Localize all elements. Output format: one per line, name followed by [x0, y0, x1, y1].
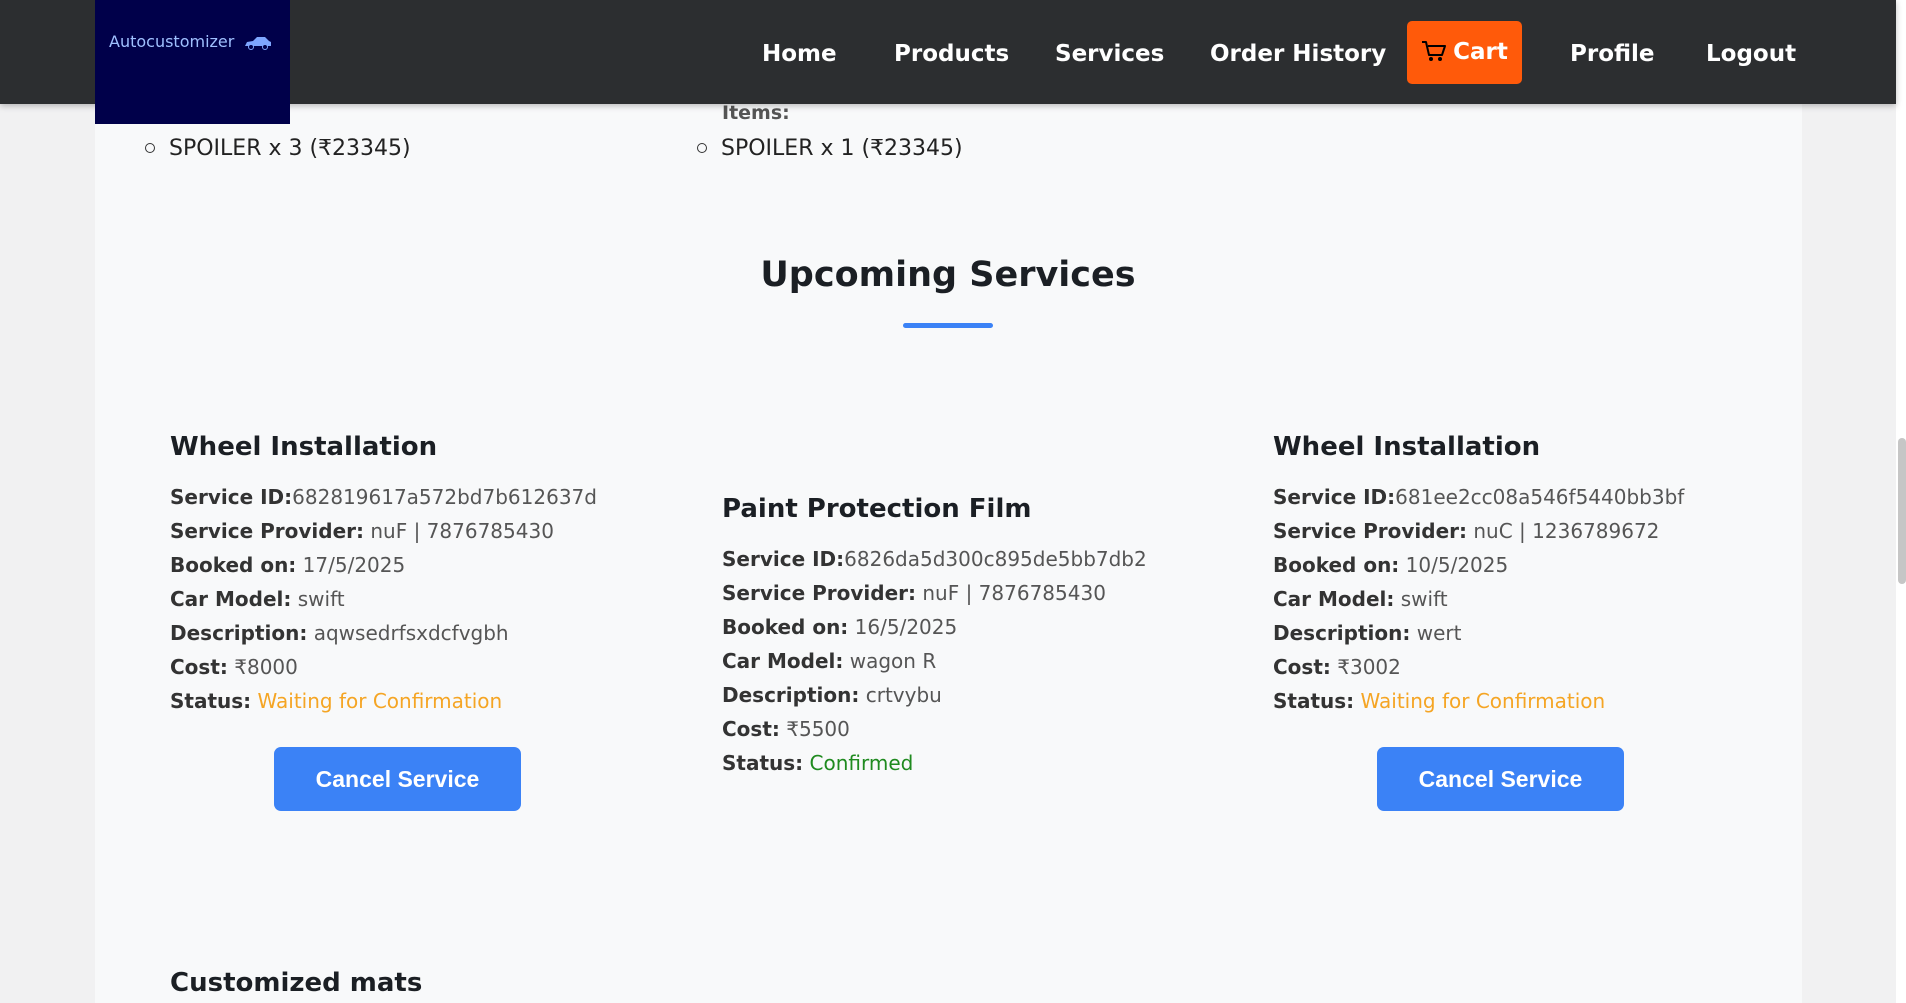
bullet-icon [145, 142, 155, 153]
nav-profile[interactable]: Profile [1570, 34, 1655, 74]
provider-value: nuF | 7876785430 [370, 519, 554, 543]
service-card: Wheel Installation Service ID:682819617a… [170, 432, 597, 718]
booked-on-row: Booked on: 10/5/2025 [1273, 548, 1673, 582]
order-item-text: SPOILER x 1 (₹23345) [721, 136, 963, 161]
cost-value: ₹5500 [786, 717, 850, 741]
order-list-item: SPOILER x 1 (₹23345) [697, 136, 963, 161]
service-card-title: Wheel Installation [170, 432, 438, 462]
nav-cart-label: Cart [1453, 39, 1508, 65]
status-badge: Waiting for Confirmation [257, 689, 503, 713]
booked-on-row: Booked on: 16/5/2025 [722, 610, 1122, 644]
nav-order-history[interactable]: Order History [1210, 34, 1386, 74]
cost-value: ₹8000 [234, 655, 298, 679]
cart-icon [1422, 40, 1447, 61]
field-label: Car Model: [722, 649, 844, 673]
field-label: Car Model: [170, 587, 292, 611]
field-label: Service Provider: [1273, 519, 1468, 543]
service-id-value: 681ee2cc08a546f5440bb3bf [1395, 485, 1685, 509]
description-row: Description: wert [1273, 616, 1673, 650]
service-card-title: Customized mats [170, 968, 423, 998]
service-id-value: 6826da5d300c895de5bb7db2 [844, 547, 1147, 571]
field-label: Description: [1273, 621, 1411, 645]
logo[interactable]: Autocustomizer [95, 0, 290, 124]
cost-row: Cost: ₹8000 [170, 650, 570, 684]
cancel-service-button[interactable]: Cancel Service [1377, 747, 1624, 811]
field-label: Cost: [722, 717, 780, 741]
service-id-row: Service ID:6826da5d300c895de5bb7db2 [722, 542, 1147, 576]
cost-row: Cost: ₹3002 [1273, 650, 1673, 684]
order-list-item: SPOILER x 3 (₹23345) [145, 136, 411, 161]
car-model-value: swift [1400, 587, 1448, 611]
status-badge: Confirmed [809, 751, 914, 775]
field-label: Status: [722, 751, 804, 775]
status-row: Status: Waiting for Confirmation [170, 684, 570, 718]
status-row: Status: Waiting for Confirmation [1273, 684, 1673, 718]
heading-underline [903, 323, 993, 328]
nav-services[interactable]: Services [1055, 34, 1164, 74]
nav-cart-button[interactable]: Cart [1407, 21, 1522, 84]
service-id-row: Service ID:681ee2cc08a546f5440bb3bf [1273, 480, 1684, 514]
field-label: Cost: [1273, 655, 1331, 679]
provider-value: nuC | 1236789672 [1473, 519, 1660, 543]
field-label: Car Model: [1273, 587, 1395, 611]
provider-row: Service Provider: nuC | 1236789672 [1273, 514, 1673, 548]
nav-home[interactable]: Home [762, 34, 837, 74]
order-item-text: SPOILER x 3 (₹23345) [169, 136, 411, 161]
field-label: Description: [722, 683, 860, 707]
bullet-icon [697, 142, 707, 153]
cancel-service-button[interactable]: Cancel Service [274, 747, 521, 811]
car-model-row: Car Model: swift [170, 582, 570, 616]
car-model-row: Car Model: wagon R [722, 644, 1122, 678]
field-label: Cost: [170, 655, 228, 679]
car-icon [245, 36, 272, 50]
scrollbar-thumb[interactable] [1898, 438, 1906, 584]
service-card: Wheel Installation Service ID:681ee2cc08… [1273, 432, 1684, 718]
service-card-title: Paint Protection Film [722, 494, 1032, 524]
field-label: Description: [170, 621, 308, 645]
field-label: Service Provider: [170, 519, 365, 543]
car-model-row: Car Model: swift [1273, 582, 1673, 616]
scrollbar[interactable] [1896, 0, 1906, 1003]
field-label: Status: [1273, 689, 1355, 713]
field-label: Service ID: [1273, 485, 1396, 509]
field-label: Service ID: [170, 485, 293, 509]
provider-value: nuF | 7876785430 [922, 581, 1106, 605]
field-label: Service ID: [722, 547, 845, 571]
booked-on-value: 10/5/2025 [1405, 553, 1509, 577]
nav-logout[interactable]: Logout [1706, 34, 1796, 74]
booked-on-row: Booked on: 17/5/2025 [170, 548, 570, 582]
provider-row: Service Provider: nuF | 7876785430 [722, 576, 1122, 610]
order-items-label: Items: [722, 102, 790, 124]
service-id-value: 682819617a572bd7b612637d [292, 485, 597, 509]
cost-value: ₹3002 [1337, 655, 1401, 679]
description-value: wert [1416, 621, 1462, 645]
field-label: Status: [170, 689, 252, 713]
description-row: Description: crtvybu [722, 678, 1122, 712]
car-model-value: wagon R [849, 649, 937, 673]
logo-text: Autocustomizer [109, 32, 235, 51]
status-row: Status: Confirmed [722, 746, 1122, 780]
provider-row: Service Provider: nuF | 7876785430 [170, 514, 570, 548]
description-value: crtvybu [865, 683, 942, 707]
service-id-row: Service ID:682819617a572bd7b612637d [170, 480, 597, 514]
service-card: Paint Protection Film Service ID:6826da5… [722, 494, 1147, 780]
nav-products[interactable]: Products [894, 34, 1009, 74]
description-row: Description: aqwsedrfsxdcfvgbh [170, 616, 570, 650]
status-badge: Waiting for Confirmation [1360, 689, 1606, 713]
order-history-page: Home Products Services Order History Car… [0, 0, 1906, 1003]
booked-on-value: 17/5/2025 [302, 553, 406, 577]
booked-on-value: 16/5/2025 [854, 615, 958, 639]
field-label: Booked on: [722, 615, 849, 639]
car-model-value: swift [297, 587, 345, 611]
field-label: Booked on: [1273, 553, 1400, 577]
cost-row: Cost: ₹5500 [722, 712, 1122, 746]
upcoming-services-heading: Upcoming Services [760, 255, 1136, 295]
field-label: Booked on: [170, 553, 297, 577]
field-label: Service Provider: [722, 581, 917, 605]
service-card-title: Wheel Installation [1273, 432, 1541, 462]
description-value: aqwsedrfsxdcfvgbh [313, 621, 509, 645]
